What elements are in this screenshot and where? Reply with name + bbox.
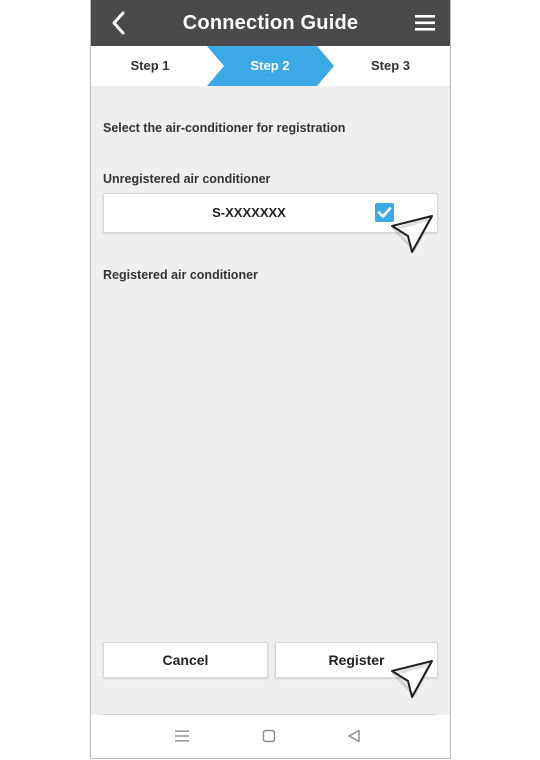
chevron-left-icon[interactable] — [107, 10, 133, 36]
phone-screen: Connection Guide Step 1 Step 2 Step 3 Se… — [90, 0, 451, 759]
pointer-cursor-icon — [391, 215, 433, 253]
cancel-button[interactable]: Cancel — [103, 642, 268, 678]
recent-apps-icon[interactable] — [174, 728, 190, 744]
hamburger-menu-icon[interactable] — [414, 12, 436, 34]
back-triangle-icon[interactable] — [346, 728, 362, 744]
instruction-text: Select the air-conditioner for registrat… — [103, 121, 346, 135]
home-icon[interactable] — [261, 728, 277, 744]
unregistered-section-label: Unregistered air conditioner — [103, 172, 271, 186]
unit-name: S-XXXXXXX — [212, 205, 286, 220]
step-3: Step 3 — [370, 58, 410, 73]
step-indicator: Step 1 Step 2 Step 3 — [91, 46, 450, 86]
step-1: Step 1 — [130, 58, 170, 73]
system-nav-bar — [91, 715, 450, 758]
step-2-active: Step 2 — [250, 58, 290, 73]
pointer-cursor-icon — [391, 660, 433, 698]
top-bar: Connection Guide — [91, 0, 450, 46]
registered-section-label: Registered air conditioner — [103, 268, 258, 282]
page-title: Connection Guide — [182, 12, 359, 34]
